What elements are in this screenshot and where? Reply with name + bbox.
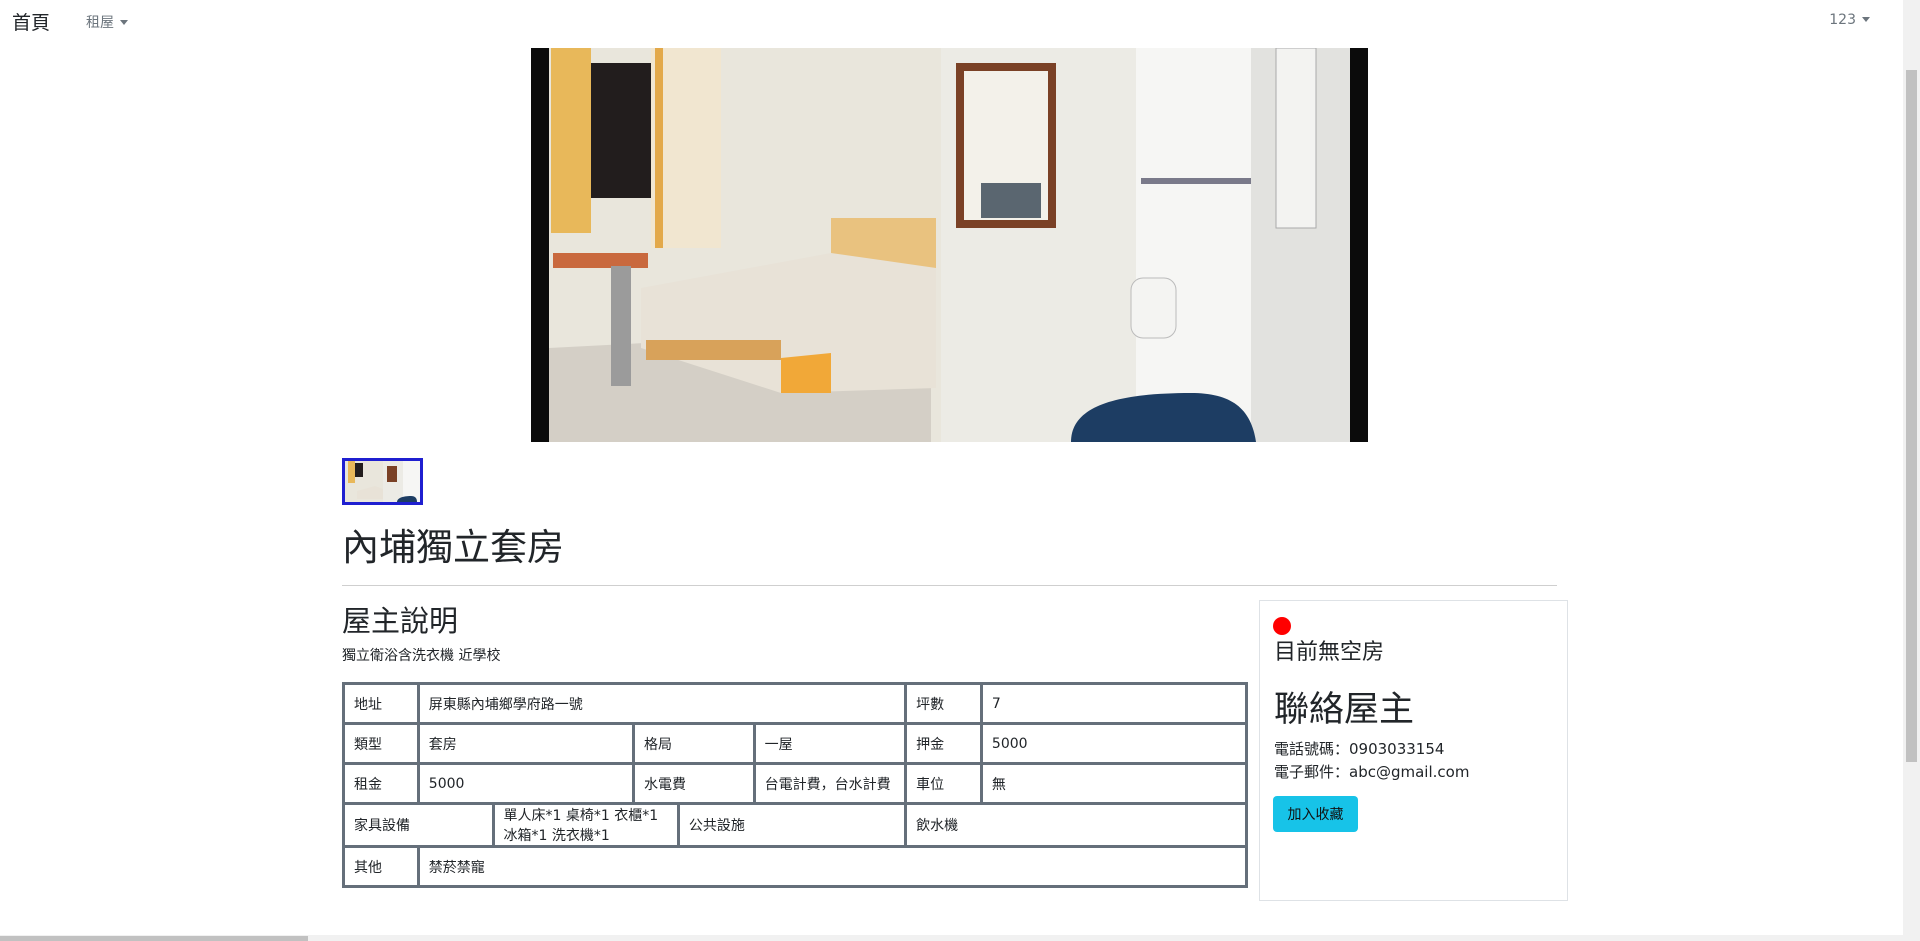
owner-phone: 電話號碼：0903033154 (1274, 740, 1445, 758)
furniture-label: 家具設備 (342, 802, 495, 848)
furniture-value: 單人床*1 桌椅*1 衣櫃*1 冰箱*1 洗衣機*1 (491, 802, 680, 848)
utility-label: 水電費 (632, 762, 756, 805)
table-row: 租金 5000 水電費 台電計費，台水計費 車位 無 (342, 762, 1249, 805)
facility-label: 公共設施 (676, 802, 908, 848)
horizontal-scrollbar-thumb[interactable] (0, 936, 308, 941)
add-favorite-button[interactable]: 加入收藏 (1273, 796, 1358, 832)
user-dropdown[interactable]: 123 (1829, 12, 1870, 28)
rent-value: 5000 (416, 762, 636, 805)
room-photo-thumbnail[interactable] (342, 458, 423, 505)
rent-dropdown[interactable]: 租屋 (86, 12, 128, 32)
address-value: 屏東縣內埔鄉學府路一號 (416, 682, 908, 725)
rent-dropdown-label: 租屋 (86, 15, 114, 31)
parking-value: 無 (979, 762, 1249, 805)
rent-label: 租金 (342, 762, 420, 805)
deposit-label: 押金 (904, 722, 983, 765)
owner-description-heading: 屋主說明 (342, 604, 459, 638)
deposit-value: 5000 (979, 722, 1249, 765)
vertical-scrollbar[interactable] (1903, 0, 1920, 941)
other-value: 禁菸禁寵 (416, 845, 1249, 888)
area-value: 7 (979, 682, 1249, 725)
vacancy-status: 目前無空房 (1274, 640, 1385, 665)
contact-owner-heading: 聯絡屋主 (1274, 690, 1415, 730)
room-photo (531, 48, 1368, 442)
facility-value: 飲水機 (904, 802, 1248, 848)
layout-value: 一屋 (752, 722, 908, 765)
layout-label: 格局 (632, 722, 756, 765)
status-indicator-icon (1273, 617, 1291, 635)
chevron-down-icon (1862, 17, 1870, 22)
thumbnail-illustration (345, 461, 420, 502)
details-table: 地址 屏東縣內埔鄉學府路一號 坪數 7 類型 套房 格局 一屋 押金 5000 … (342, 682, 1249, 888)
horizontal-scrollbar[interactable] (0, 935, 1903, 941)
navbar: 首頁 租屋 123 (0, 0, 1882, 42)
utility-value: 台電計費，台水計費 (752, 762, 908, 805)
type-value: 套房 (416, 722, 636, 765)
table-row: 其他 禁菸禁寵 (342, 845, 1249, 888)
table-row: 地址 屏東縣內埔鄉學府路一號 坪數 7 (342, 682, 1249, 725)
home-link[interactable]: 首頁 (12, 8, 50, 35)
divider (342, 585, 1557, 586)
room-illustration (531, 48, 1368, 442)
chevron-down-icon (120, 20, 128, 25)
type-label: 類型 (342, 722, 420, 765)
other-label: 其他 (342, 845, 420, 888)
vertical-scrollbar-thumb[interactable] (1906, 70, 1917, 762)
area-label: 坪數 (904, 682, 983, 725)
table-row: 類型 套房 格局 一屋 押金 5000 (342, 722, 1249, 765)
user-dropdown-label: 123 (1829, 12, 1856, 28)
contact-card: 目前無空房 聯絡屋主 電話號碼：0903033154 電子郵件：abc@gmai… (1259, 600, 1568, 901)
listing-description: 獨立衛浴含洗衣機 近學校 (342, 648, 501, 664)
address-label: 地址 (342, 682, 420, 725)
parking-label: 車位 (904, 762, 983, 805)
table-row: 家具設備 單人床*1 桌椅*1 衣櫃*1 冰箱*1 洗衣機*1 公共設施 飲水機 (342, 802, 1248, 848)
owner-email: 電子郵件：abc@gmail.com (1274, 763, 1470, 781)
listing-title: 內埔獨立套房 (342, 526, 564, 569)
